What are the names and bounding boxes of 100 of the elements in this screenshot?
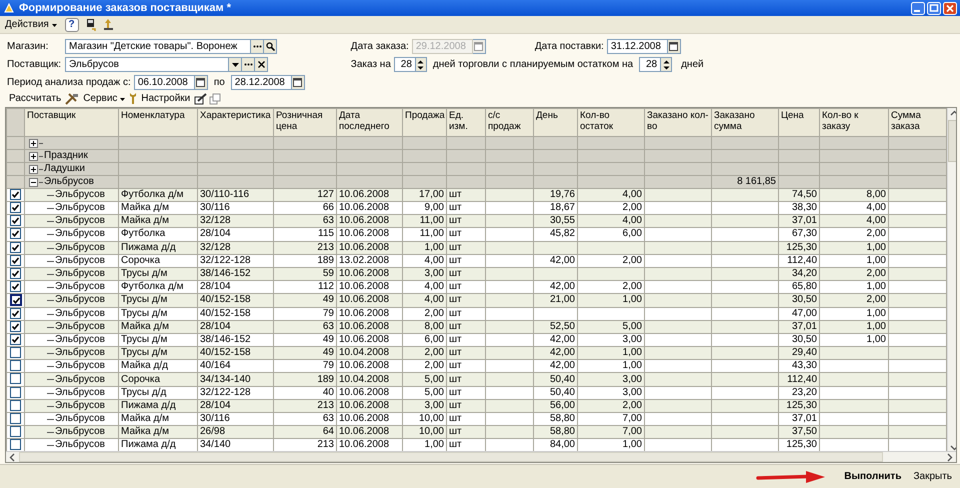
- table-cell: 10.06.2008: [339, 426, 390, 438]
- row-checkbox[interactable]: [10, 242, 21, 253]
- table-cell: 26/98: [200, 426, 226, 438]
- days-field[interactable]: 28: [394, 57, 416, 72]
- table-cell: 34/134-140: [200, 374, 251, 385]
- arrow-drawing: [756, 470, 826, 484]
- column-header[interactable]: Заказано сумма: [712, 108, 778, 136]
- row-checkbox[interactable]: [10, 413, 21, 424]
- column-header[interactable]: Ед. изм.: [446, 108, 486, 136]
- column-header[interactable]: Заказано кол-во: [644, 108, 712, 136]
- row-checkbox[interactable]: [10, 282, 21, 292]
- edit-icon[interactable]: [194, 92, 208, 104]
- table-cell: 10.04.2008: [339, 348, 390, 358]
- row-checkbox[interactable]: [10, 190, 21, 200]
- scroll-up-icon[interactable]: [950, 110, 956, 116]
- calendar-button[interactable]: [194, 75, 208, 90]
- scroll-thumb[interactable]: [19, 452, 883, 462]
- settings-button[interactable]: Настройки: [139, 93, 192, 104]
- maximize-icon[interactable]: [927, 2, 941, 14]
- row-checkbox[interactable]: [10, 360, 21, 372]
- table-cell: 7,00: [622, 413, 642, 424]
- table-cell: шт: [449, 400, 462, 411]
- table-cell: Трусы д/м: [121, 294, 168, 306]
- service-menu[interactable]: Сервис: [81, 93, 128, 104]
- row-checkbox[interactable]: [10, 308, 21, 319]
- column-header[interactable]: Розничная цена: [274, 108, 336, 136]
- row-checkbox[interactable]: [10, 334, 21, 346]
- field-label: Дата заказа:: [350, 41, 409, 52]
- column-header[interactable]: Продажа: [402, 108, 446, 136]
- table-cell: 42,00: [550, 360, 575, 372]
- row-checkbox[interactable]: [10, 440, 21, 450]
- supplier-field[interactable]: Эльбрусов: [65, 57, 229, 72]
- row-checkbox[interactable]: [10, 228, 21, 240]
- help-button[interactable]: ?: [64, 18, 79, 32]
- column-header[interactable]: Цена: [778, 108, 820, 136]
- row-checkbox[interactable]: [10, 387, 21, 398]
- row-checkbox[interactable]: [10, 255, 21, 266]
- table-cell: 2,00: [866, 294, 886, 306]
- spin-button[interactable]: [416, 57, 427, 72]
- date-field[interactable]: 31.12.2008: [606, 39, 668, 54]
- column-header[interactable]: с/с продаж: [486, 108, 534, 136]
- scroll-left-icon[interactable]: [9, 452, 15, 462]
- row-checkbox[interactable]: [10, 426, 21, 438]
- row-checkbox[interactable]: [10, 202, 21, 214]
- table-cell: 28/104: [200, 282, 231, 292]
- search-button[interactable]: [264, 39, 277, 54]
- table-cell: 9,00: [424, 202, 444, 214]
- expand-icon[interactable]: [29, 152, 38, 160]
- row-checkbox[interactable]: [10, 216, 21, 226]
- dialog-button[interactable]: Закрыть: [909, 469, 956, 484]
- table-cell: Трусы д/д: [121, 387, 166, 398]
- close-icon[interactable]: [943, 2, 957, 14]
- upload-icon[interactable]: [102, 18, 115, 32]
- column-header[interactable]: Кол-во остаток: [578, 108, 644, 136]
- expand-icon[interactable]: [29, 164, 38, 174]
- table-cell: 10.06.2008: [339, 321, 390, 332]
- minimize-icon[interactable]: [911, 2, 925, 14]
- clear-button[interactable]: [255, 57, 268, 72]
- column-header[interactable]: Сумма заказа: [888, 108, 946, 136]
- table-cell: 18,67: [550, 202, 575, 214]
- row-checkbox[interactable]: [10, 400, 21, 411]
- column-header[interactable]: Поставщик: [24, 108, 118, 136]
- select-button[interactable]: [251, 39, 264, 54]
- calculate-button[interactable]: Рассчитать: [7, 93, 64, 104]
- row-checkbox[interactable]: [10, 348, 21, 358]
- table-cell: 213: [317, 400, 334, 411]
- row-checkbox[interactable]: [10, 294, 22, 306]
- store-field[interactable]: Магазин "Детские товары". Воронеж: [65, 39, 251, 54]
- table-cell: 30,50: [792, 294, 817, 306]
- table-cell: 1,00: [866, 321, 886, 332]
- table-cell: шт: [449, 308, 462, 319]
- expand-icon[interactable]: [29, 138, 38, 148]
- table-cell: 4,00: [866, 216, 886, 226]
- date-field[interactable]: 06.10.2008: [134, 75, 195, 90]
- table-cell: 38/146-152: [200, 334, 251, 346]
- spin-button[interactable]: [661, 57, 672, 72]
- scroll-down-icon[interactable]: [950, 445, 956, 451]
- column-header[interactable]: Кол-во к заказу: [820, 108, 888, 136]
- collapse-icon[interactable]: [29, 178, 38, 186]
- actions-menu[interactable]: Действия: [3, 19, 59, 30]
- table-cell: 40/164: [200, 360, 231, 372]
- select-button[interactable]: [242, 57, 255, 72]
- column-header[interactable]: Характеристика: [198, 108, 274, 136]
- row-checkbox[interactable]: [10, 374, 21, 384]
- table-cell: Трусы д/м: [121, 268, 168, 279]
- column-header[interactable]: Дата последнего: [336, 108, 402, 136]
- dialog-button[interactable]: Выполнить: [840, 469, 906, 484]
- save-icon[interactable]: [84, 18, 97, 32]
- dropdown-button[interactable]: [229, 57, 242, 72]
- date-field[interactable]: 28.12.2008: [230, 75, 292, 90]
- row-checkbox[interactable]: [10, 321, 21, 332]
- calendar-button[interactable]: [668, 39, 681, 54]
- row-checkbox[interactable]: [10, 268, 21, 279]
- column-header[interactable]: Номенклатура: [118, 108, 198, 136]
- column-header[interactable]: День: [534, 108, 578, 136]
- scroll-right-icon[interactable]: [947, 452, 953, 462]
- table-cell: шт: [449, 348, 462, 358]
- days-field[interactable]: 28: [639, 57, 662, 72]
- horizontal-scrollbar[interactable]: [6, 451, 956, 462]
- calendar-button[interactable]: [292, 75, 305, 90]
